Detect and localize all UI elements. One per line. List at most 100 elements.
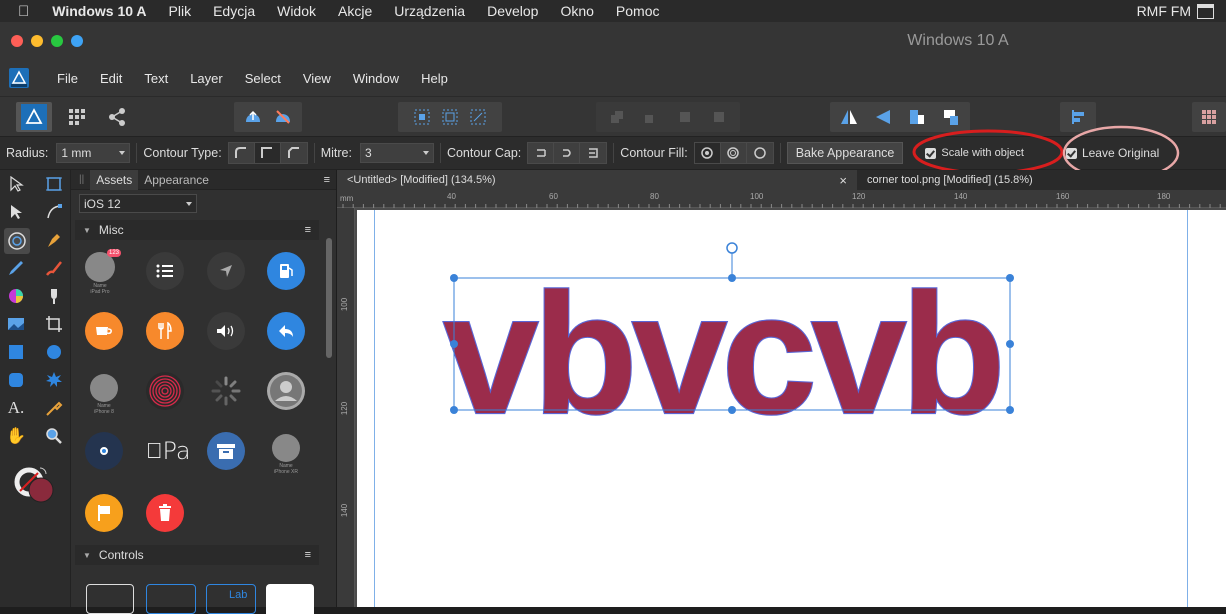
transparency-tool-icon[interactable]: [42, 284, 66, 308]
mac-menu-plik[interactable]: Plik: [158, 3, 203, 19]
artboard-tool-icon[interactable]: [42, 172, 66, 196]
star-tool-icon[interactable]: [42, 368, 66, 392]
asset-iphone-xr-icon[interactable]: Name iPhone XR: [272, 434, 300, 475]
fill-full-icon[interactable]: [747, 143, 773, 163]
artboard-page[interactable]: vbvcvb: [357, 210, 1226, 607]
contour-tool-icon[interactable]: [4, 228, 30, 254]
radius-dropdown[interactable]: 1 mm: [56, 143, 131, 163]
asset-fingerprint-icon[interactable]: [146, 372, 184, 410]
export-persona-button[interactable]: [100, 102, 134, 132]
flip-horizontal-icon[interactable]: [838, 106, 860, 128]
mac-menu-pomoc[interactable]: Pomoc: [605, 3, 671, 19]
menu-layer[interactable]: Layer: [179, 71, 234, 86]
mac-menu-develop[interactable]: Develop: [476, 3, 549, 19]
transform-icon[interactable]: [467, 106, 489, 128]
horizontal-ruler[interactable]: mm 40 60 80 100 120 140 160 180: [337, 190, 1226, 208]
asset-set-dropdown[interactable]: iOS 12: [79, 194, 197, 213]
apple-icon[interactable]: : [0, 3, 41, 20]
section-menu-icon[interactable]: ≡: [305, 549, 311, 561]
rounded-rectangle-tool-icon[interactable]: [4, 368, 28, 392]
subtract-boolean-icon[interactable]: [640, 106, 662, 128]
asset-speaker-icon[interactable]: [207, 312, 245, 350]
intersect-boolean-icon[interactable]: [674, 106, 696, 128]
scale-with-object-checkbox[interactable]: Scale with object: [925, 147, 1024, 159]
node-tool-icon[interactable]: [4, 200, 28, 224]
select-bounds-alt-icon[interactable]: [439, 106, 461, 128]
asset-reply-icon[interactable]: [267, 312, 305, 350]
mac-app-name[interactable]: Windows 10 A: [41, 3, 157, 19]
no-upload-icon[interactable]: [272, 106, 294, 128]
mitre-dropdown[interactable]: 3: [359, 143, 434, 163]
collapse-arrow-icon[interactable]: ▼: [83, 551, 91, 560]
pen-tool-icon[interactable]: [42, 228, 66, 252]
tab-appearance[interactable]: Appearance: [138, 170, 215, 190]
menu-view[interactable]: View: [292, 71, 342, 86]
bake-appearance-button[interactable]: Bake Appearance: [786, 142, 904, 164]
text-object-selection[interactable]: vbvcvb: [357, 210, 1226, 607]
asset-spinner-icon[interactable]: [207, 372, 245, 410]
mac-menu-urzadzenia[interactable]: Urządzenia: [383, 3, 476, 19]
contour-round-icon[interactable]: [229, 143, 255, 163]
control-asset-2[interactable]: [146, 584, 196, 614]
view-tool-icon[interactable]: ✋: [4, 424, 28, 448]
pencil-tool-icon[interactable]: [4, 256, 28, 280]
menu-text[interactable]: Text: [133, 71, 179, 86]
cap-butt-icon[interactable]: [528, 143, 555, 163]
rotate-left-icon[interactable]: [906, 106, 928, 128]
tab-assets[interactable]: Assets: [90, 169, 139, 190]
asset-location-arrow-icon[interactable]: [207, 252, 245, 290]
asset-user-avatar-icon[interactable]: [267, 372, 305, 410]
asset-apple-pay-icon[interactable]:  Pa: [146, 436, 196, 466]
crop-tool-icon[interactable]: [42, 312, 66, 336]
radio-status-label[interactable]: RMF FM: [1137, 3, 1191, 19]
mac-menu-okno[interactable]: Okno: [549, 3, 604, 19]
zoom-tool-icon[interactable]: [42, 424, 66, 448]
controls-section-header[interactable]: ▼ Controls ≡: [75, 545, 319, 565]
place-image-tool-icon[interactable]: [4, 312, 28, 336]
flip-vertical-icon[interactable]: [872, 106, 894, 128]
mac-menu-edycja[interactable]: Edycja: [202, 3, 266, 19]
color-picker-tool-icon[interactable]: [42, 396, 66, 420]
control-asset-4[interactable]: [266, 584, 314, 614]
tab-untitled[interactable]: <Untitled> [Modified] (134.5%) ×: [337, 170, 857, 190]
rotate-right-icon[interactable]: [940, 106, 962, 128]
contour-bevel-icon[interactable]: [254, 143, 281, 163]
fill-stroke-swatch[interactable]: [12, 466, 60, 506]
contour-mitre-icon[interactable]: [281, 143, 307, 163]
asset-trash-icon[interactable]: [146, 494, 184, 532]
control-asset-1[interactable]: [86, 584, 134, 614]
upload-icon[interactable]: [242, 106, 264, 128]
asset-ipad-pro-icon[interactable]: 123 Name iPad Pro: [85, 249, 121, 295]
cap-round-icon[interactable]: [554, 143, 581, 163]
mac-menu-akcje[interactable]: Akcje: [327, 3, 383, 19]
asset-iphone-8-icon[interactable]: Name iPhone 8: [90, 374, 118, 415]
asset-fork-knife-icon[interactable]: [146, 312, 184, 350]
fill-none-icon[interactable]: [694, 143, 721, 163]
tab-close-icon[interactable]: ×: [839, 173, 847, 188]
asset-coffee-cup-icon[interactable]: [85, 312, 123, 350]
misc-section-header[interactable]: ▼ Misc ≡: [75, 220, 319, 240]
fill-winding-icon[interactable]: [721, 143, 747, 163]
cap-square-icon[interactable]: [580, 143, 606, 163]
leave-original-checkbox[interactable]: Leave Original: [1065, 146, 1159, 160]
vertical-ruler[interactable]: 100 120 140: [337, 208, 355, 607]
control-asset-3[interactable]: Lab: [206, 584, 256, 614]
calendar-icon[interactable]: [1197, 3, 1214, 19]
panel-scrollbar[interactable]: [326, 238, 332, 358]
menu-file[interactable]: File: [46, 71, 89, 86]
designer-persona-button[interactable]: [16, 102, 52, 132]
mac-menu-widok[interactable]: Widok: [266, 3, 327, 19]
asset-flag-icon[interactable]: [85, 494, 123, 532]
menu-help[interactable]: Help: [410, 71, 459, 86]
menu-edit[interactable]: Edit: [89, 71, 133, 86]
section-menu-icon[interactable]: ≡: [305, 224, 311, 236]
menu-select[interactable]: Select: [234, 71, 292, 86]
asset-list-icon[interactable]: [146, 252, 184, 290]
collapse-arrow-icon[interactable]: ▼: [83, 226, 91, 235]
rectangle-tool-icon[interactable]: [4, 340, 28, 364]
asset-radio-button-icon[interactable]: [85, 432, 123, 470]
fill-tool-icon[interactable]: [4, 284, 28, 308]
tab-corner-tool[interactable]: corner tool.png [Modified] (15.8%): [857, 170, 1226, 190]
pixel-persona-button[interactable]: [60, 102, 94, 132]
menu-window[interactable]: Window: [342, 71, 410, 86]
